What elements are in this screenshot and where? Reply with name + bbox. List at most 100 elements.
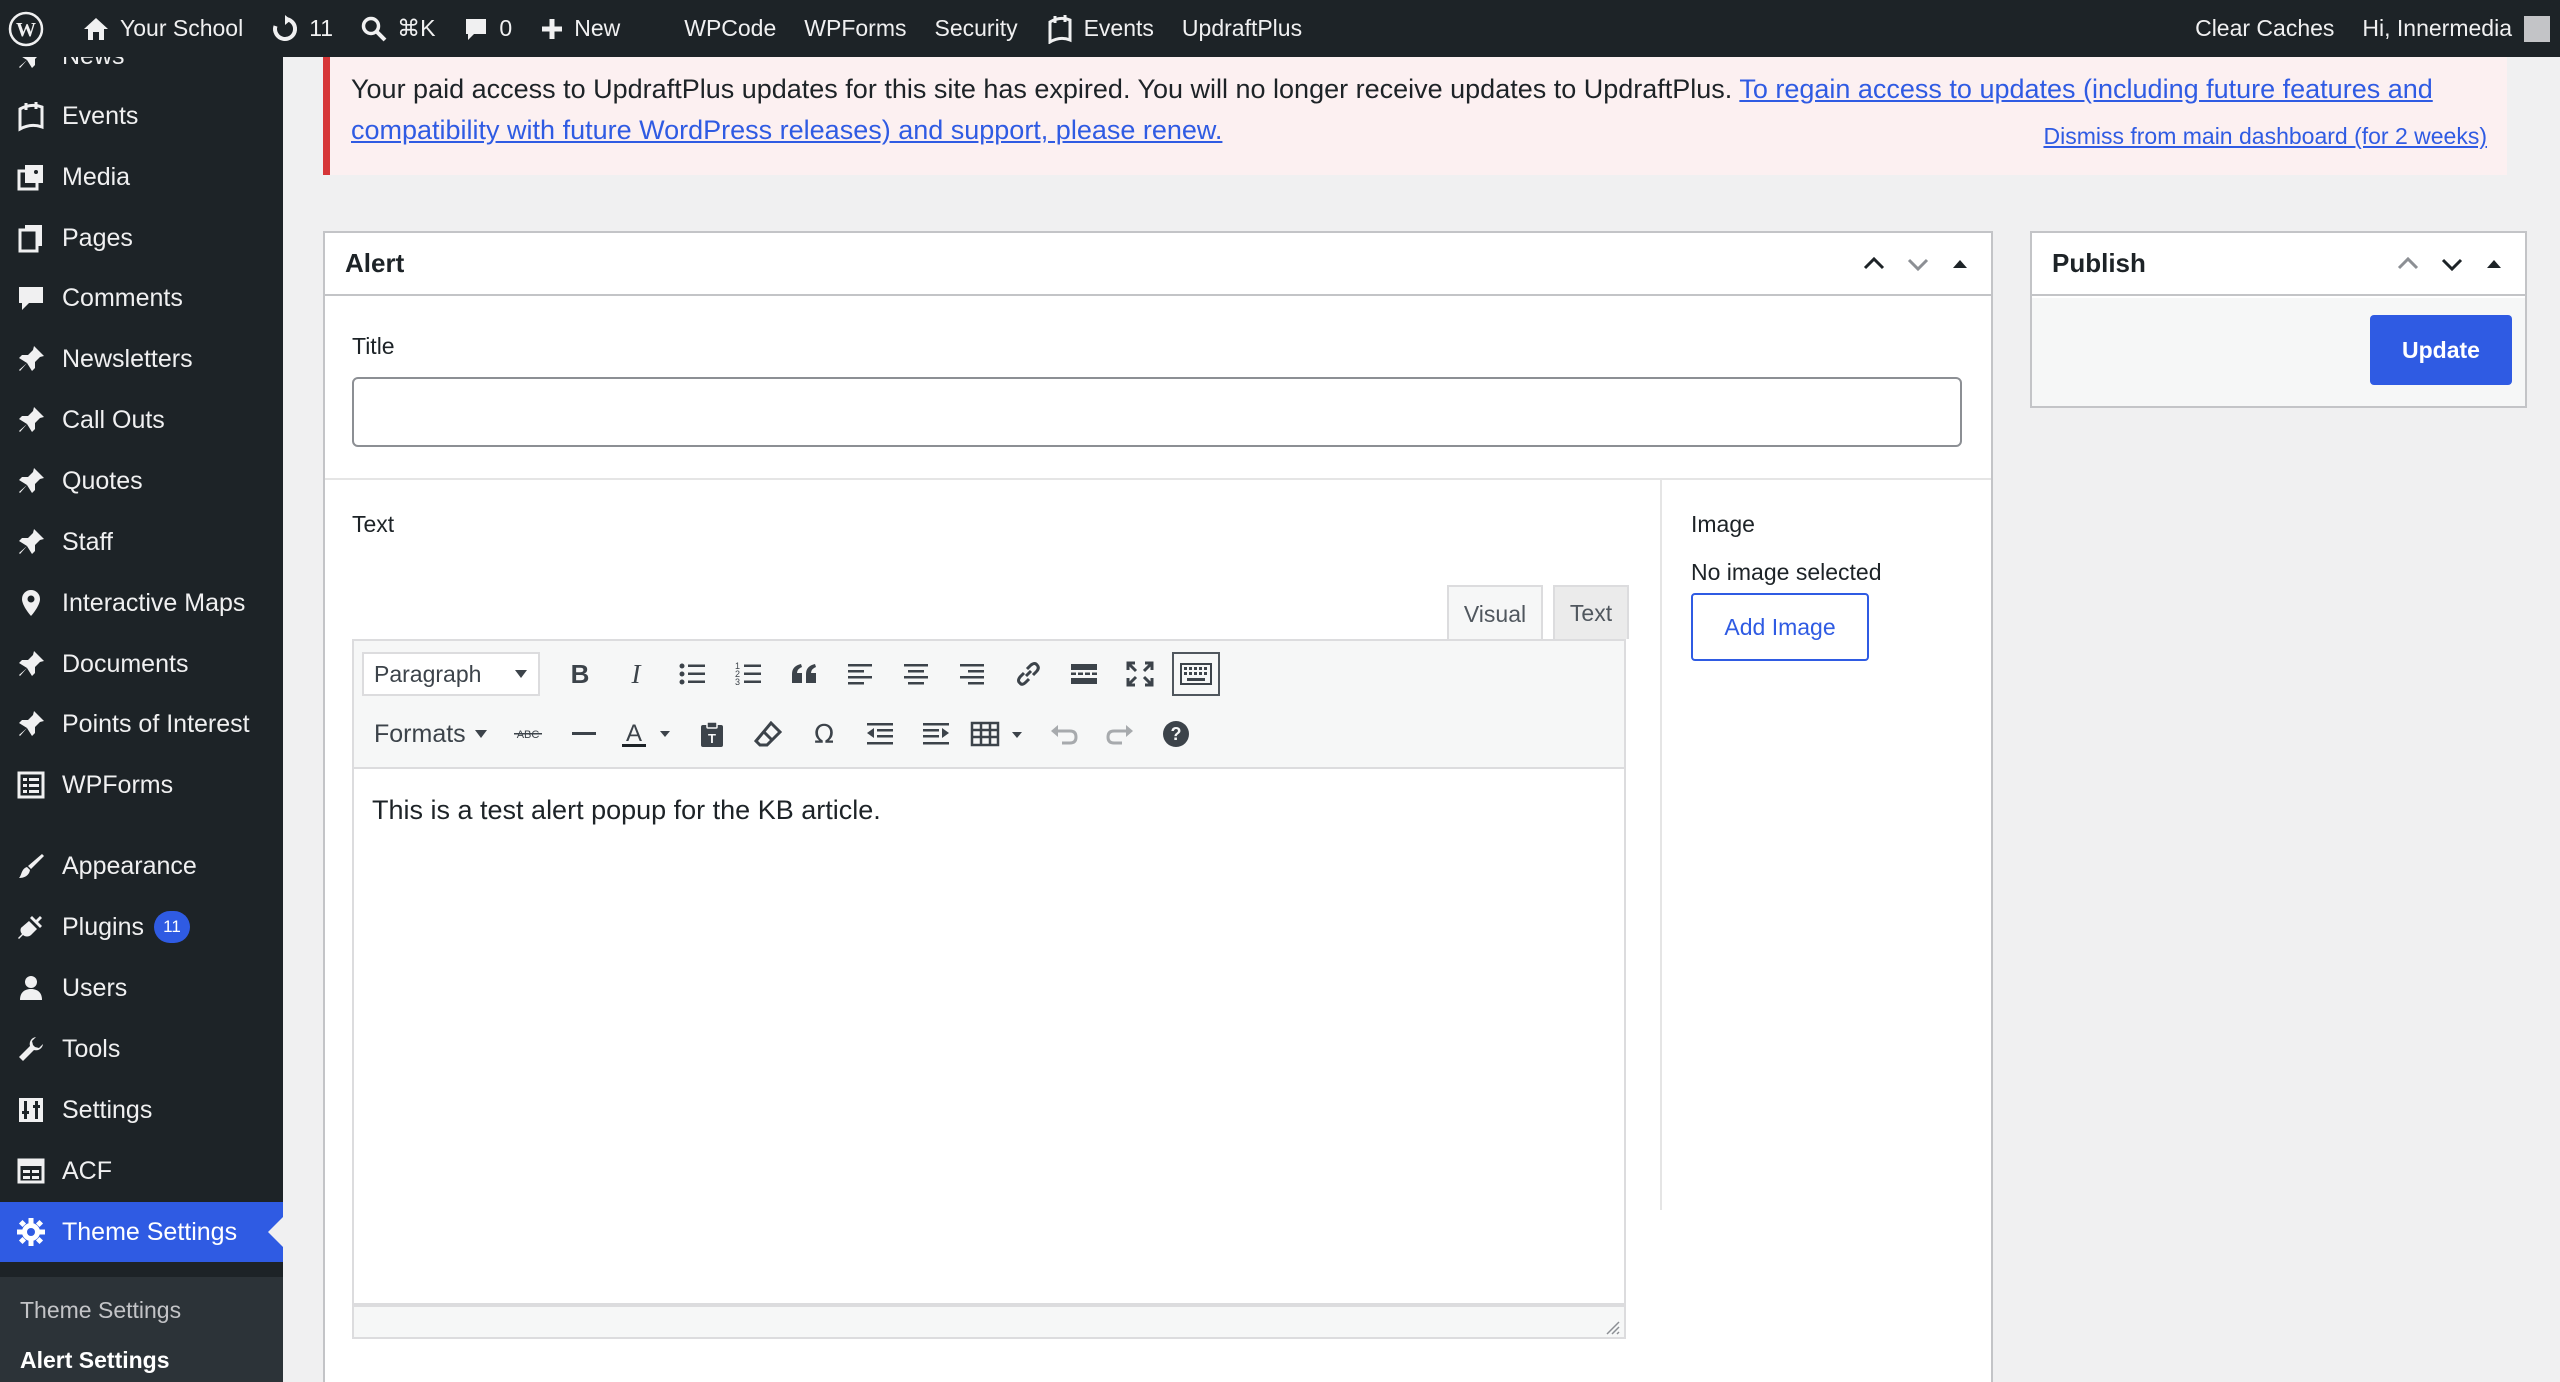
tab-text[interactable]: Text bbox=[1553, 585, 1629, 639]
bold-button[interactable]: B bbox=[552, 650, 608, 698]
sidebar-item-media[interactable]: Media bbox=[0, 147, 283, 207]
sidebar-item-appearance[interactable]: Appearance bbox=[0, 836, 283, 896]
table-button[interactable] bbox=[964, 710, 1036, 758]
align-left-button[interactable] bbox=[832, 650, 888, 698]
comment-icon bbox=[0, 283, 62, 313]
site-name-link[interactable]: Your School bbox=[68, 0, 257, 57]
sidebar-item-settings[interactable]: Settings bbox=[0, 1080, 283, 1140]
indent-button[interactable] bbox=[908, 710, 964, 758]
sidebar-item-events[interactable]: Events bbox=[0, 86, 283, 146]
undo-button[interactable] bbox=[1036, 710, 1092, 758]
submenu-alert-settings[interactable]: Alert Settings bbox=[20, 1347, 170, 1374]
account-menu[interactable]: Hi, Innermedia bbox=[2348, 0, 2560, 57]
publish-actions: Update bbox=[2032, 298, 2525, 406]
sidebar-item-newsletters[interactable]: Newsletters bbox=[0, 329, 283, 389]
insert-link-button[interactable] bbox=[1000, 650, 1056, 698]
sidebar-item-documents[interactable]: Documents bbox=[0, 634, 283, 694]
blockquote-button[interactable] bbox=[776, 650, 832, 698]
sidebar-item-interactive-maps[interactable]: Interactive Maps bbox=[0, 573, 283, 633]
numbered-list-button[interactable]: 123 bbox=[720, 650, 776, 698]
formats-dropdown[interactable]: Formats bbox=[354, 720, 500, 749]
text-color-button[interactable]: A bbox=[612, 710, 684, 758]
sidebar-item-call-outs[interactable]: Call Outs bbox=[0, 390, 283, 450]
site-name: Your School bbox=[120, 15, 244, 41]
sidebar-item-label: Tools bbox=[62, 1034, 121, 1063]
collapse-toggle-icon[interactable] bbox=[1949, 253, 1971, 275]
move-down-icon[interactable] bbox=[1905, 251, 1931, 277]
paste-as-text-button[interactable]: T bbox=[684, 710, 740, 758]
collapse-toggle-icon[interactable] bbox=[2483, 253, 2505, 275]
sidebar-item-theme-settings[interactable]: Theme Settings bbox=[0, 1202, 283, 1262]
editor-content-area[interactable]: This is a test alert popup for the KB ar… bbox=[352, 769, 1626, 1305]
sidebar-item-label: Pages bbox=[62, 223, 133, 252]
move-up-icon[interactable] bbox=[1861, 251, 1887, 277]
svg-text:?: ? bbox=[1170, 724, 1181, 744]
sidebar-item-plugins[interactable]: Plugins 11 bbox=[0, 897, 283, 957]
wordpress-logo[interactable]: W bbox=[0, 0, 68, 57]
align-center-icon bbox=[904, 664, 928, 685]
acf-icon bbox=[0, 1156, 62, 1186]
horizontal-line-button[interactable] bbox=[556, 710, 612, 758]
move-down-icon[interactable] bbox=[2439, 251, 2465, 277]
sidebar-item-quotes[interactable]: Quotes bbox=[0, 451, 283, 511]
dismiss-notice-link[interactable]: Dismiss from main dashboard (for 2 weeks… bbox=[2043, 121, 2487, 151]
sidebar-item-users[interactable]: Users bbox=[0, 958, 283, 1018]
italic-button[interactable]: I bbox=[608, 650, 664, 698]
submenu-theme-settings[interactable]: Theme Settings bbox=[20, 1297, 181, 1324]
sidebar-item-points-of-interest[interactable]: Points of Interest bbox=[0, 694, 283, 754]
wpforms-link[interactable]: WPForms bbox=[790, 0, 920, 57]
bullet-list-button[interactable] bbox=[664, 650, 720, 698]
events-link[interactable]: Events bbox=[1032, 0, 1168, 57]
pin-icon bbox=[0, 405, 62, 435]
sidebar-item-staff[interactable]: Staff bbox=[0, 512, 283, 572]
outdent-button[interactable] bbox=[852, 710, 908, 758]
wpcode-link[interactable]: WPCode bbox=[670, 0, 790, 57]
sidebar-item-news[interactable]: News bbox=[0, 57, 283, 86]
align-center-button[interactable] bbox=[888, 650, 944, 698]
resize-handle-icon[interactable] bbox=[1604, 1319, 1620, 1335]
outdent-icon bbox=[866, 723, 893, 745]
redo-button[interactable] bbox=[1092, 710, 1148, 758]
image-label: Image bbox=[1691, 511, 1755, 537]
help-icon: ? bbox=[1162, 721, 1189, 747]
updates-link[interactable]: 11 bbox=[257, 0, 347, 57]
updates-count: 11 bbox=[309, 15, 334, 41]
search-icon bbox=[361, 16, 387, 41]
read-more-button[interactable] bbox=[1056, 650, 1112, 698]
toolbar-toggle-button[interactable] bbox=[1172, 652, 1220, 696]
fullscreen-button[interactable] bbox=[1112, 650, 1168, 698]
search-link[interactable]: ⌘K bbox=[347, 0, 449, 57]
title-input[interactable] bbox=[352, 377, 1962, 447]
update-button[interactable]: Update bbox=[2370, 315, 2512, 385]
avatar bbox=[2524, 15, 2550, 42]
align-right-button[interactable] bbox=[944, 650, 1000, 698]
publish-postbox: Publish Update bbox=[2030, 231, 2527, 408]
paragraph-format-select[interactable]: Paragraph bbox=[362, 652, 540, 696]
new-content-link[interactable]: New bbox=[526, 0, 634, 57]
sidebar-item-wpforms[interactable]: WPForms bbox=[0, 755, 283, 815]
sidebar-item-pages[interactable]: Pages bbox=[0, 208, 283, 268]
comments-link[interactable]: 0 bbox=[449, 0, 526, 57]
special-character-button[interactable]: Ω bbox=[796, 710, 852, 758]
security-link[interactable]: Security bbox=[921, 0, 1032, 57]
sidebar-item-label: News bbox=[62, 57, 125, 71]
add-image-button[interactable]: Add Image bbox=[1691, 593, 1869, 661]
keyboard-shortcuts-button[interactable]: ? bbox=[1148, 710, 1204, 758]
editor-statusbar bbox=[352, 1305, 1626, 1339]
text-color-icon: A bbox=[621, 720, 670, 747]
clear-caches-link[interactable]: Clear Caches bbox=[2181, 0, 2348, 57]
tab-visual[interactable]: Visual bbox=[1447, 585, 1543, 641]
sidebar-item-tools[interactable]: Tools bbox=[0, 1019, 283, 1079]
updraftplus-link[interactable]: UpdraftPlus bbox=[1168, 0, 1316, 57]
sidebar-item-comments[interactable]: Comments bbox=[0, 268, 283, 328]
new-label: New bbox=[574, 15, 621, 41]
clipboard-icon: T bbox=[700, 721, 723, 747]
alert-handle-actions bbox=[1861, 251, 1971, 277]
move-up-icon[interactable] bbox=[2395, 251, 2421, 277]
sidebar-item-acf[interactable]: ACF bbox=[0, 1141, 283, 1201]
no-image-text: No image selected bbox=[1691, 559, 1882, 585]
svg-text:W: W bbox=[16, 19, 36, 41]
field-divider bbox=[325, 478, 1991, 480]
strikethrough-button[interactable]: ABC bbox=[500, 710, 556, 758]
clear-formatting-button[interactable] bbox=[740, 710, 796, 758]
